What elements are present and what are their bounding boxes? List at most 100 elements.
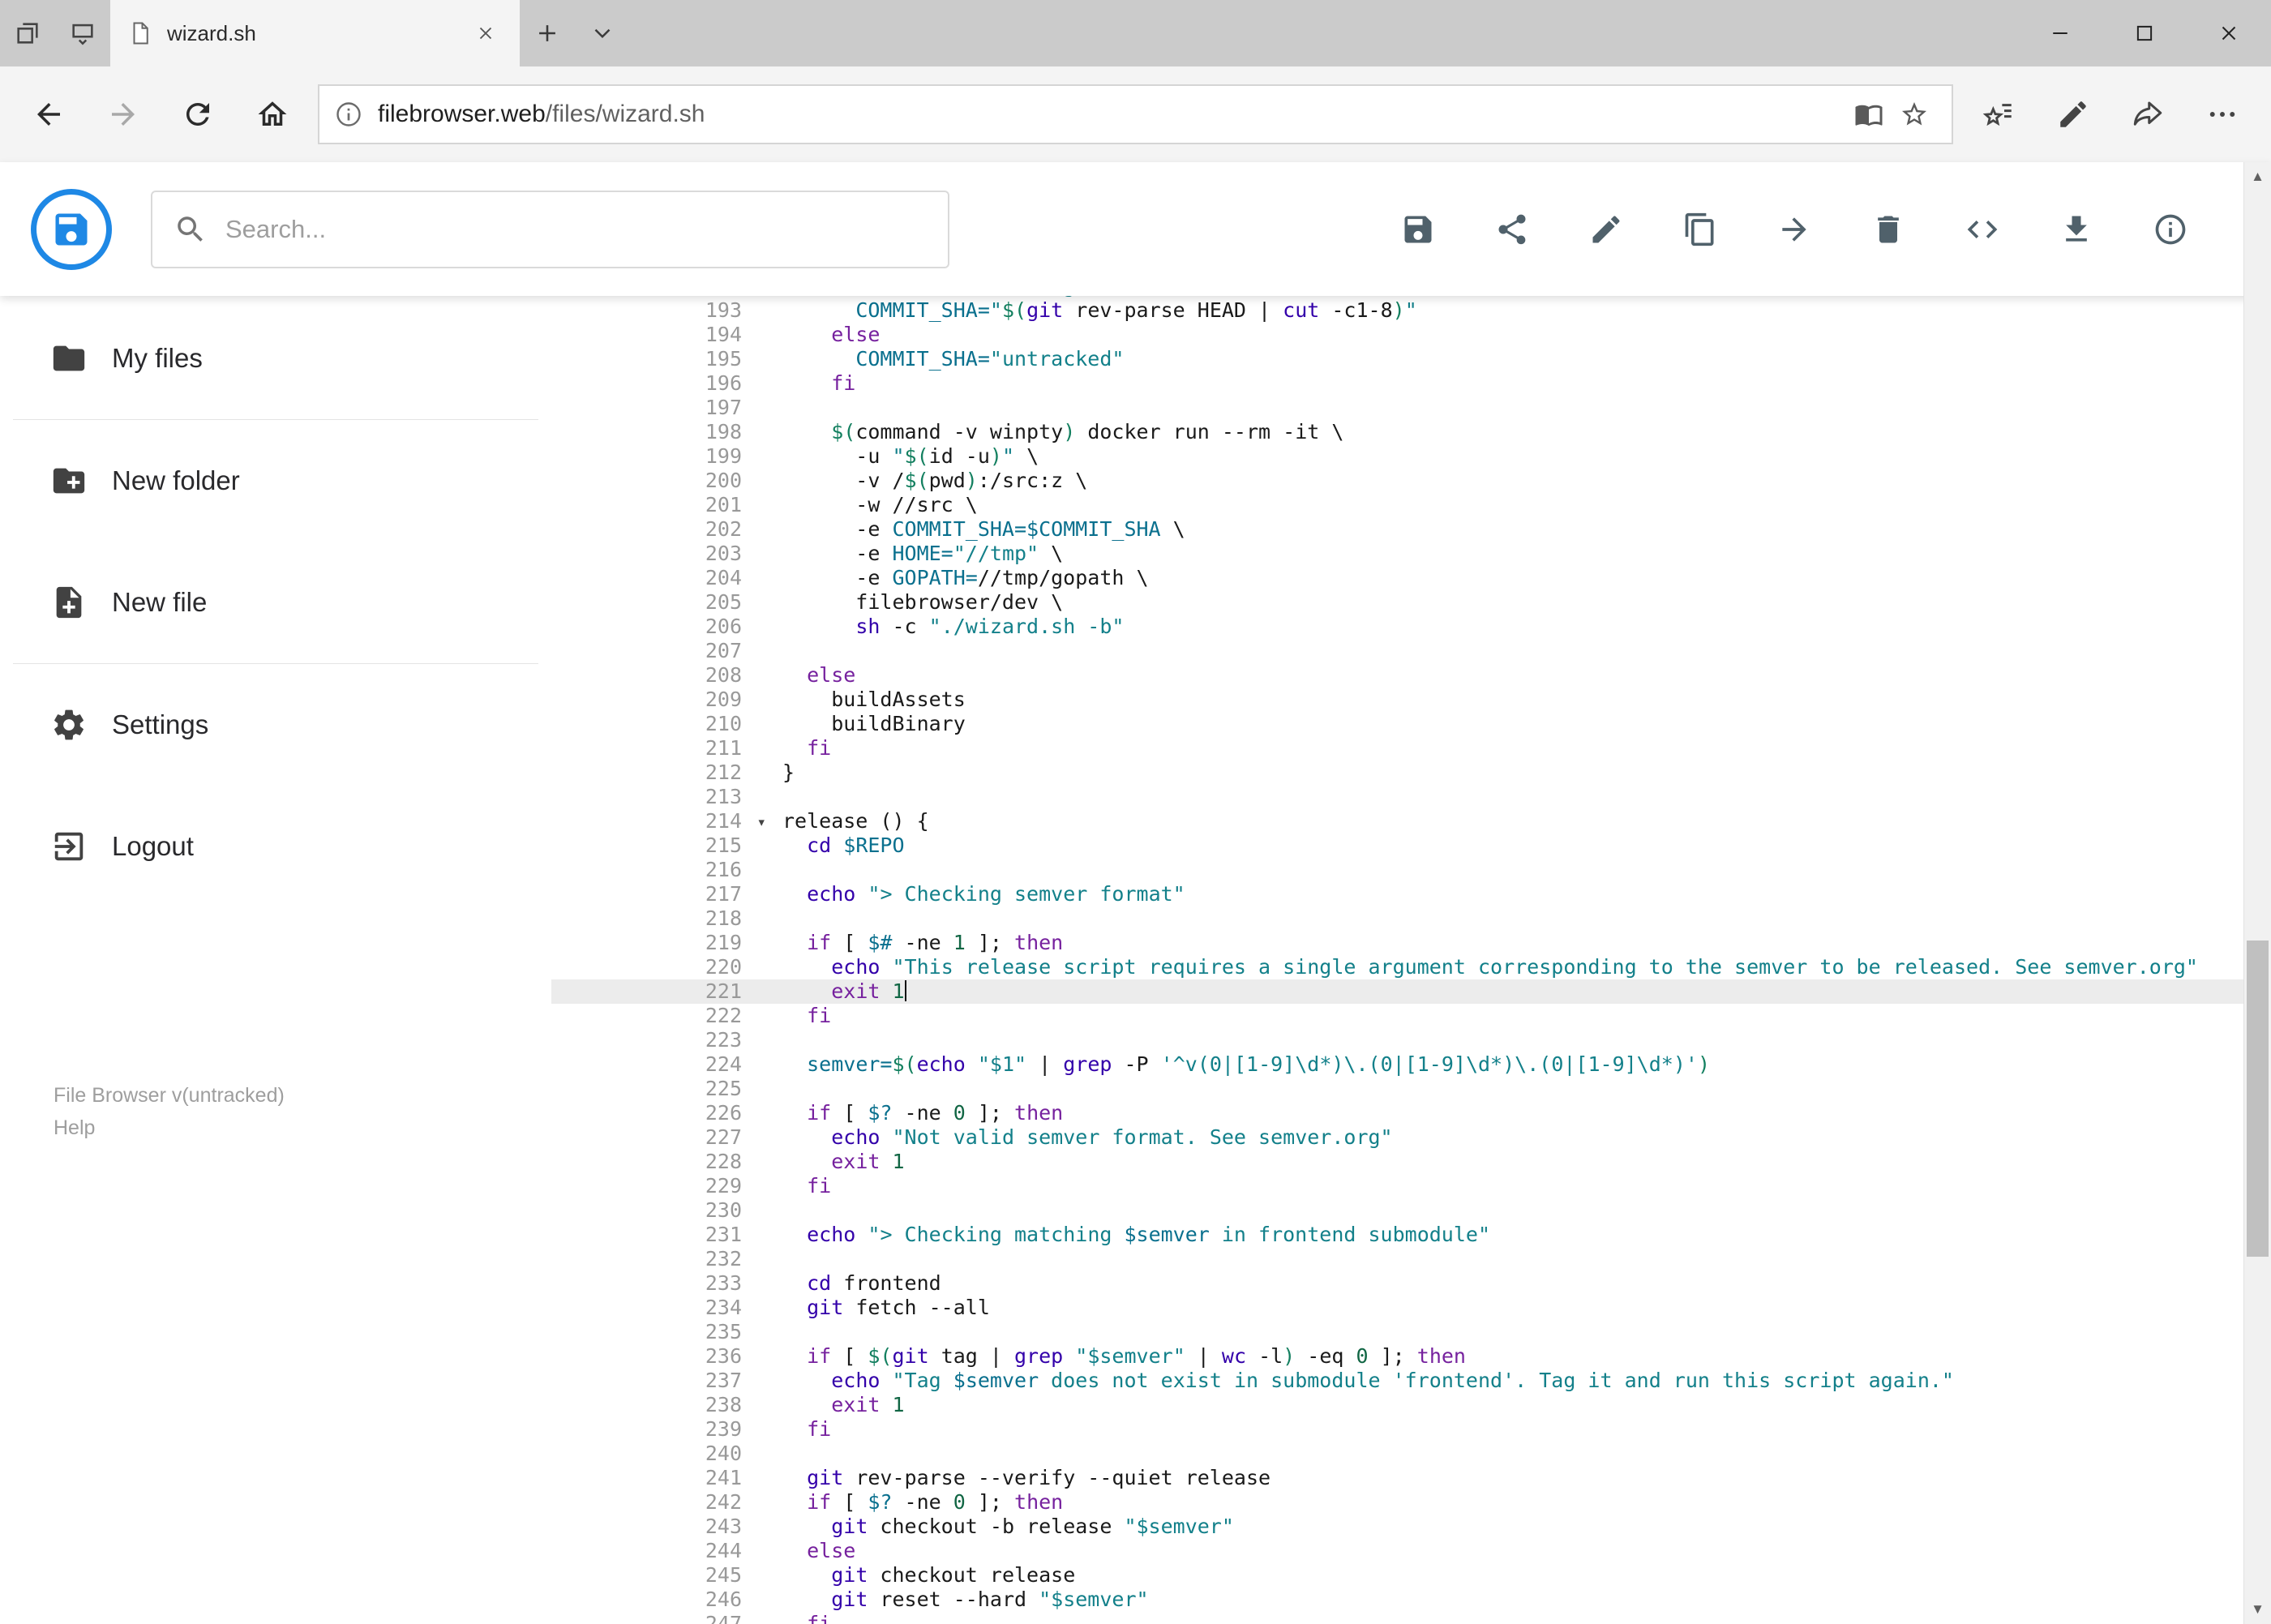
- code-line[interactable]: 215 cd $REPO: [551, 833, 2271, 858]
- code-line[interactable]: 199 -u "$(id -u)" \: [551, 444, 2271, 469]
- code-line[interactable]: 221 exit 1: [551, 979, 2271, 1004]
- web-note-button[interactable]: [2036, 77, 2110, 152]
- home-button[interactable]: [235, 77, 310, 152]
- code-line[interactable]: 194 else: [551, 323, 2271, 347]
- code-line[interactable]: 246 git reset --hard "$semver": [551, 1588, 2271, 1612]
- copy-button[interactable]: [1674, 204, 1726, 255]
- vertical-scrollbar[interactable]: ▲ ▼: [2243, 162, 2271, 1624]
- code-line[interactable]: 222 fi: [551, 1004, 2271, 1028]
- code-line[interactable]: 203 -e HOME="//tmp" \: [551, 542, 2271, 566]
- code-line[interactable]: 216: [551, 858, 2271, 882]
- code-line[interactable]: 219 if [ $# -ne 1 ]; then: [551, 931, 2271, 955]
- code-line[interactable]: 223: [551, 1028, 2271, 1052]
- maximize-button[interactable]: [2102, 0, 2187, 66]
- tab-close-icon[interactable]: [469, 17, 502, 49]
- code-line[interactable]: 208 else: [551, 663, 2271, 688]
- code-line[interactable]: 242 if [ $? -ne 0 ]; then: [551, 1490, 2271, 1515]
- code-line[interactable]: 227 echo "Not valid semver format. See s…: [551, 1125, 2271, 1150]
- filebrowser-logo[interactable]: [31, 188, 112, 270]
- code-line[interactable]: 205 filebrowser/dev \: [551, 590, 2271, 615]
- code-line[interactable]: 213: [551, 785, 2271, 809]
- code-line[interactable]: 236 if [ $(git tag | grep "$semver" | wc…: [551, 1344, 2271, 1369]
- code-line[interactable]: 200 -v /$(pwd):/src:z \: [551, 469, 2271, 493]
- code-line[interactable]: 225: [551, 1077, 2271, 1101]
- info-button[interactable]: [2145, 204, 2196, 255]
- code-line[interactable]: 212}: [551, 761, 2271, 785]
- code-line[interactable]: 195 COMMIT_SHA="untracked": [551, 347, 2271, 371]
- tabs-aside-button[interactable]: [0, 0, 55, 66]
- scrollbar-thumb[interactable]: [2247, 941, 2269, 1257]
- code-line[interactable]: 234 git fetch --all: [551, 1296, 2271, 1320]
- scroll-down-arrow[interactable]: ▼: [2244, 1595, 2271, 1624]
- code-line[interactable]: 202 -e COMMIT_SHA=$COMMIT_SHA \: [551, 517, 2271, 542]
- rename-button[interactable]: [1580, 204, 1632, 255]
- code-editor[interactable]: 192 if [ "$(command -v git)" != "" ]; th…: [551, 296, 2271, 1624]
- share-button[interactable]: [1486, 204, 1538, 255]
- code-line[interactable]: 231 echo "> Checking matching $semver in…: [551, 1223, 2271, 1247]
- fold-marker-icon[interactable]: ▾: [757, 810, 766, 834]
- code-line[interactable]: 230: [551, 1198, 2271, 1223]
- refresh-button[interactable]: [161, 77, 235, 152]
- forward-button[interactable]: [86, 77, 161, 152]
- code-line[interactable]: 201 -w //src \: [551, 493, 2271, 517]
- new-tab-button[interactable]: [520, 0, 575, 66]
- code-line[interactable]: 218: [551, 906, 2271, 931]
- code-line[interactable]: 245 git checkout release: [551, 1563, 2271, 1588]
- code-line[interactable]: 247 fi: [551, 1612, 2271, 1624]
- code-line[interactable]: 210 buildBinary: [551, 712, 2271, 736]
- code-line[interactable]: 240: [551, 1442, 2271, 1466]
- move-button[interactable]: [1768, 204, 1820, 255]
- code-line[interactable]: 238 exit 1: [551, 1393, 2271, 1417]
- save-button[interactable]: [1392, 204, 1444, 255]
- search-input[interactable]: [225, 214, 927, 244]
- sidebar-item-new-file[interactable]: New file: [0, 542, 551, 663]
- code-line[interactable]: 198 $(command -v winpty) docker run --rm…: [551, 420, 2271, 444]
- code-line[interactable]: 239 fi: [551, 1417, 2271, 1442]
- code-line[interactable]: 193 COMMIT_SHA="$(git rev-parse HEAD | c…: [551, 298, 2271, 323]
- sidebar-item-new-folder[interactable]: New folder: [0, 420, 551, 542]
- code-line[interactable]: 233 cd frontend: [551, 1271, 2271, 1296]
- delete-button[interactable]: [1862, 204, 1914, 255]
- tab-preview-button[interactable]: [55, 0, 110, 66]
- back-button[interactable]: [11, 77, 86, 152]
- code-line[interactable]: 217 echo "> Checking semver format": [551, 882, 2271, 906]
- sidebar-item-my-files[interactable]: My files: [0, 298, 551, 419]
- code-line[interactable]: 243 git checkout -b release "$semver": [551, 1515, 2271, 1539]
- help-link[interactable]: Help: [54, 1112, 551, 1144]
- code-line[interactable]: 244 else: [551, 1539, 2271, 1563]
- code-line[interactable]: 204 -e GOPATH=//tmp/gopath \: [551, 566, 2271, 590]
- tab-wizard-sh[interactable]: wizard.sh: [110, 0, 520, 66]
- reading-view-button[interactable]: [1846, 92, 1892, 137]
- code-line[interactable]: 207: [551, 639, 2271, 663]
- tab-list-chevron-button[interactable]: [575, 0, 630, 66]
- code-line[interactable]: 226 if [ $? -ne 0 ]; then: [551, 1101, 2271, 1125]
- site-info-icon[interactable]: [334, 100, 363, 129]
- more-options-button[interactable]: [2185, 77, 2260, 152]
- close-button[interactable]: [2187, 0, 2271, 66]
- code-line-text: -u "$(id -u)" \: [782, 444, 1039, 468]
- code-line[interactable]: 209 buildAssets: [551, 688, 2271, 712]
- download-button[interactable]: [2050, 204, 2102, 255]
- code-line[interactable]: 197: [551, 396, 2271, 420]
- code-line[interactable]: 228 exit 1: [551, 1150, 2271, 1174]
- favorite-star-button[interactable]: [1892, 92, 1937, 137]
- share-page-button[interactable]: [2110, 77, 2185, 152]
- hub-favorites-button[interactable]: [1961, 77, 2036, 152]
- code-line[interactable]: 196 fi: [551, 371, 2271, 396]
- address-bar[interactable]: filebrowser.web/files/wizard.sh: [318, 84, 1953, 144]
- code-line[interactable]: 229 fi: [551, 1174, 2271, 1198]
- sidebar-item-settings[interactable]: Settings: [0, 664, 551, 786]
- scroll-up-arrow[interactable]: ▲: [2244, 162, 2271, 191]
- code-line[interactable]: 235: [551, 1320, 2271, 1344]
- code-line[interactable]: 206 sh -c "./wizard.sh -b": [551, 615, 2271, 639]
- code-line[interactable]: 220 echo "This release script requires a…: [551, 955, 2271, 979]
- code-line[interactable]: 224 semver=$(echo "$1" | grep -P '^v(0|[…: [551, 1052, 2271, 1077]
- code-line[interactable]: 241 git rev-parse --verify --quiet relea…: [551, 1466, 2271, 1490]
- code-line[interactable]: 232: [551, 1247, 2271, 1271]
- code-line[interactable]: 237 echo "Tag $semver does not exist in …: [551, 1369, 2271, 1393]
- code-line[interactable]: 211 fi: [551, 736, 2271, 761]
- minimize-button[interactable]: [2018, 0, 2102, 66]
- raw-view-button[interactable]: [1956, 204, 2008, 255]
- sidebar-item-logout[interactable]: Logout: [0, 786, 551, 907]
- code-line[interactable]: 214 ▾ release () {: [551, 809, 2271, 833]
